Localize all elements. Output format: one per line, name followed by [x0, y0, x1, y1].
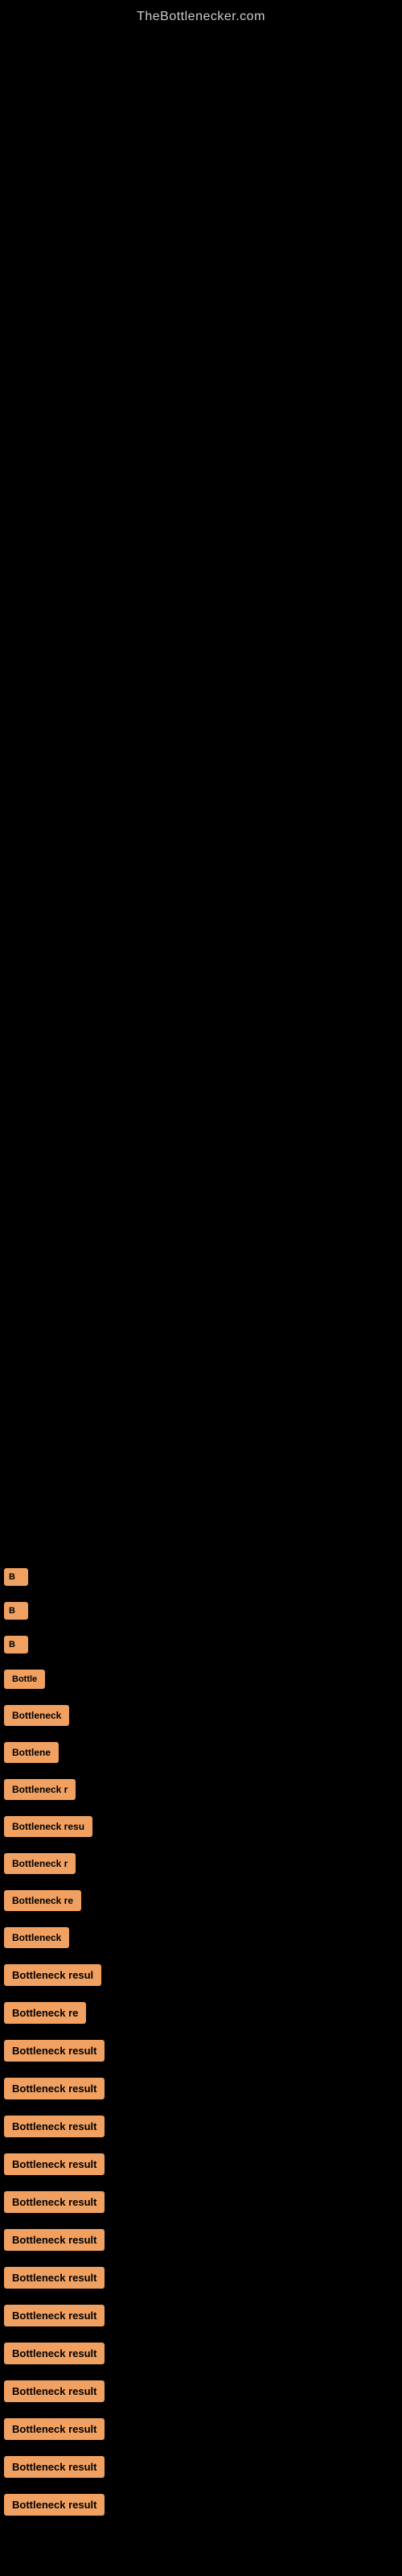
bottleneck-result-badge[interactable]: Bottleneck result [4, 2418, 105, 2440]
bottleneck-result-badge[interactable]: Bottleneck result [4, 2078, 105, 2099]
chart-area [0, 31, 402, 1560]
list-item: Bottleneck r [0, 1771, 402, 1808]
list-item: Bottleneck result [0, 2107, 402, 2145]
list-item: B [0, 1560, 402, 1594]
bottleneck-result-badge[interactable]: Bottleneck result [4, 2380, 105, 2402]
bottleneck-result-badge[interactable]: Bottleneck resul [4, 1964, 101, 1986]
bottleneck-result-badge[interactable]: B [4, 1602, 28, 1620]
bottleneck-result-badge[interactable]: B [4, 1636, 28, 1653]
list-item: Bottleneck result [0, 2032, 402, 2070]
bottleneck-result-badge[interactable]: Bottle [4, 1670, 45, 1689]
bottleneck-result-badge[interactable]: Bottleneck result [4, 2040, 105, 2062]
list-item: Bottleneck result [0, 2070, 402, 2107]
list-item: Bottlene [0, 1734, 402, 1771]
results-section: BBBBottleBottleneckBottleneBottleneck rB… [0, 1560, 402, 2524]
list-item: Bottleneck result [0, 2448, 402, 2486]
list-item: Bottleneck [0, 1697, 402, 1734]
bottleneck-result-badge[interactable]: Bottleneck re [4, 1890, 81, 1911]
bottleneck-result-badge[interactable]: Bottleneck result [4, 2343, 105, 2364]
list-item: Bottleneck re [0, 1882, 402, 1919]
bottleneck-result-badge[interactable]: Bottleneck re [4, 2002, 86, 2024]
bottleneck-result-badge[interactable]: Bottleneck [4, 1705, 69, 1726]
bottleneck-result-badge[interactable]: Bottleneck result [4, 2191, 105, 2213]
list-item: Bottleneck resul [0, 1956, 402, 1994]
list-item: Bottleneck result [0, 2334, 402, 2372]
list-item: Bottleneck result [0, 2221, 402, 2259]
bottleneck-result-badge[interactable]: Bottleneck result [4, 2494, 105, 2516]
bottleneck-result-badge[interactable]: Bottleneck result [4, 2267, 105, 2289]
list-item: Bottleneck re [0, 1994, 402, 2032]
list-item: Bottleneck result [0, 2410, 402, 2448]
main-content: TheBottlenecker.com BBBBottleBottleneckB… [0, 0, 402, 2540]
site-title: TheBottlenecker.com [0, 0, 402, 31]
bottleneck-result-badge[interactable]: Bottleneck result [4, 2305, 105, 2326]
bottleneck-result-badge[interactable]: Bottleneck result [4, 2153, 105, 2175]
bottleneck-result-badge[interactable]: Bottleneck resu [4, 1816, 92, 1837]
list-item: B [0, 1594, 402, 1628]
bottleneck-result-badge[interactable]: Bottleneck result [4, 2116, 105, 2137]
bottleneck-result-badge[interactable]: Bottleneck result [4, 2456, 105, 2478]
list-item: Bottleneck resu [0, 1808, 402, 1845]
bottleneck-result-badge[interactable]: Bottleneck [4, 1927, 69, 1948]
list-item: Bottleneck result [0, 2259, 402, 2297]
list-item: Bottleneck result [0, 2297, 402, 2334]
bottleneck-result-badge[interactable]: Bottleneck r [4, 1779, 76, 1800]
list-item: Bottleneck result [0, 2145, 402, 2183]
bottleneck-result-badge[interactable]: Bottleneck result [4, 2229, 105, 2251]
list-item: Bottleneck result [0, 2372, 402, 2410]
list-item: Bottle [0, 1662, 402, 1697]
list-item: Bottleneck r [0, 1845, 402, 1882]
list-item: Bottleneck [0, 1919, 402, 1956]
list-item: Bottleneck result [0, 2486, 402, 2524]
list-item: B [0, 1628, 402, 1662]
list-item: Bottleneck result [0, 2183, 402, 2221]
bottleneck-result-badge[interactable]: B [4, 1568, 28, 1586]
bottleneck-result-badge[interactable]: Bottleneck r [4, 1853, 76, 1874]
bottleneck-result-badge[interactable]: Bottlene [4, 1742, 59, 1763]
